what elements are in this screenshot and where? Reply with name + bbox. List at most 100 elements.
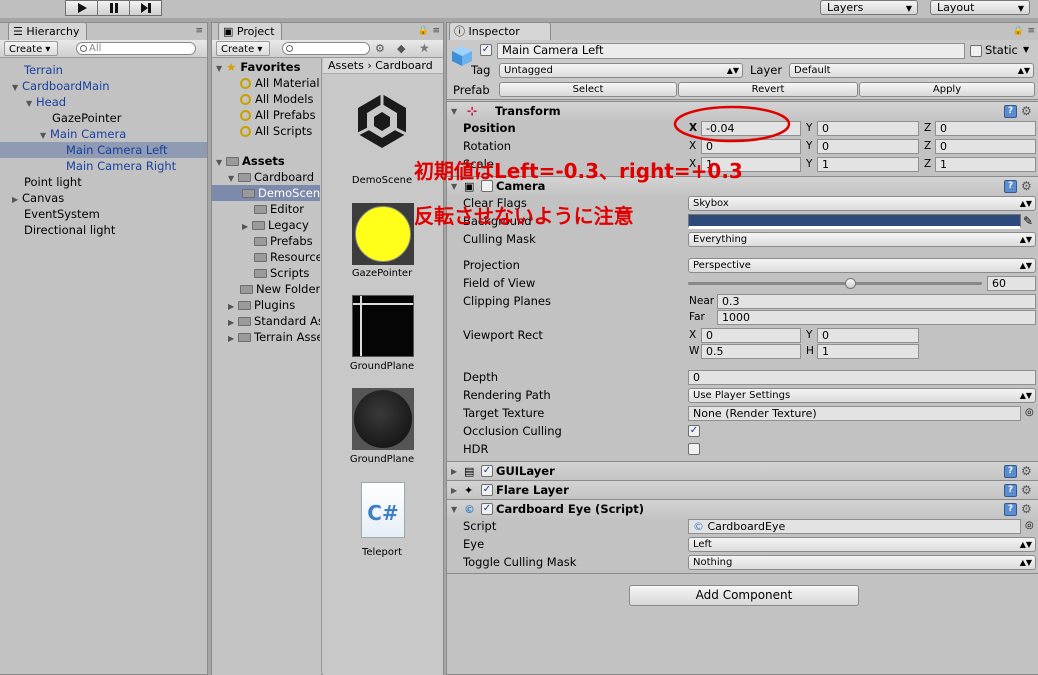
favorites-item[interactable]: All Models [212, 91, 320, 107]
collapse-arrow-icon[interactable]: ▶ [451, 462, 457, 481]
tree-folder-selected[interactable]: DemoScene [212, 185, 320, 201]
tree-folder[interactable]: Prefabs [212, 233, 320, 249]
eyedropper-icon[interactable]: ✎ [1023, 212, 1033, 230]
target-texture-field[interactable]: None (Render Texture) [688, 406, 1021, 421]
hierarchy-item[interactable]: ▼ Main Camera [0, 126, 207, 142]
hierarchy-item-selected[interactable]: Main Camera Left [0, 142, 207, 158]
hierarchy-item[interactable]: ▼ Head [0, 94, 207, 110]
gear-icon[interactable]: ⚙ [1021, 104, 1035, 118]
object-picker-icon[interactable]: ◎ [1025, 404, 1034, 422]
position-z-field[interactable]: 0 [935, 121, 1036, 136]
tab-hierarchy[interactable]: ☰ Hierarchy [8, 22, 87, 40]
asset-thumbnail[interactable] [352, 203, 414, 265]
tree-folder[interactable]: New Folder [212, 281, 320, 297]
hierarchy-item[interactable]: Directional light [0, 222, 207, 238]
flare-enabled-checkbox[interactable]: ✓ [481, 484, 493, 496]
eye-dropdown[interactable]: Left ▲▼ [688, 537, 1036, 552]
toggle-culling-dropdown[interactable]: Nothing ▲▼ [688, 555, 1036, 570]
script-field[interactable]: © CardboardEye [688, 519, 1021, 534]
assets-header[interactable]: ▼ Assets [212, 153, 320, 169]
expand-arrow-icon[interactable]: ▼ [216, 61, 226, 75]
step-button[interactable] [129, 0, 162, 16]
hierarchy-item[interactable]: ▼ CardboardMain [0, 78, 207, 94]
hierarchy-search-input[interactable]: All [76, 42, 196, 55]
help-icon[interactable]: ? [1004, 503, 1017, 516]
help-icon[interactable]: ? [1004, 465, 1017, 478]
far-field[interactable]: 1000 [717, 310, 1036, 325]
flare-layer-component-header[interactable]: ▶ ✦ ✓ Flare Layer ? ⚙ [447, 480, 1038, 500]
tab-inspector[interactable]: ⓘ Inspector [449, 22, 551, 40]
static-checkbox[interactable] [970, 45, 982, 57]
help-icon[interactable]: ? [1004, 484, 1017, 497]
expand-arrow-icon[interactable]: ▶ [242, 219, 252, 233]
asset-thumbnail[interactable] [351, 90, 413, 152]
hdr-checkbox[interactable] [688, 443, 700, 455]
cardboard-eye-enabled-checkbox[interactable]: ✓ [481, 503, 493, 515]
hierarchy-item[interactable]: ▶ Canvas [0, 190, 207, 206]
cardboard-eye-component-header[interactable]: ▼ © ✓ Cardboard Eye (Script) ? ⚙ [447, 499, 1038, 519]
chevron-down-icon[interactable]: ▼ [1023, 45, 1029, 54]
gear-icon[interactable]: ⚙ [1021, 502, 1035, 516]
panel-menu-icon[interactable]: ≡ [195, 26, 203, 36]
background-color-swatch[interactable] [688, 214, 1021, 229]
favorites-header[interactable]: ▼ ★ Favorites [212, 59, 320, 75]
layer-dropdown[interactable]: Default ▲▼ [789, 63, 1034, 78]
breadcrumb-item[interactable]: Cardboard [375, 59, 433, 72]
fov-field[interactable]: 60 [987, 276, 1036, 291]
layers-dropdown[interactable]: Layers ▼ [820, 0, 918, 15]
project-create-button[interactable]: Create ▾ [216, 41, 270, 56]
expand-arrow-icon[interactable]: ▶ [228, 315, 238, 329]
tree-folder[interactable]: ▶ Legacy [212, 217, 320, 233]
gear-icon[interactable]: ⚙ [1021, 179, 1035, 193]
collapse-arrow-icon[interactable]: ▶ [451, 481, 457, 500]
panel-menu-icon[interactable]: ≡ [1027, 26, 1035, 36]
hierarchy-item[interactable]: Main Camera Right [0, 158, 207, 174]
viewport-y-field[interactable]: 0 [817, 328, 919, 343]
object-picker-icon[interactable]: ◎ [1025, 517, 1034, 535]
prefab-select-button[interactable]: Select [499, 82, 677, 97]
position-y-field[interactable]: 0 [817, 121, 919, 136]
gear-icon[interactable]: ⚙ [1021, 464, 1035, 478]
tree-folder[interactable]: ▶ Terrain Assets [212, 329, 320, 345]
depth-field[interactable]: 0 [688, 370, 1036, 385]
play-button[interactable] [65, 0, 98, 16]
project-search-input[interactable] [282, 42, 370, 55]
occlusion-checkbox[interactable]: ✓ [688, 425, 700, 437]
tree-folder[interactable]: Scripts [212, 265, 320, 281]
expand-arrow-icon[interactable]: ▶ [228, 331, 238, 345]
filter-label-icon[interactable]: ◆ [397, 42, 405, 55]
scale-z-field[interactable]: 1 [935, 157, 1036, 172]
clear-flags-dropdown[interactable]: Skybox ▲▼ [688, 196, 1036, 211]
hierarchy-create-button[interactable]: Create ▾ [4, 41, 58, 56]
tree-folder[interactable]: ▶ Plugins [212, 297, 320, 313]
lock-icon[interactable]: 🔒 [418, 26, 429, 36]
guilayer-component-header[interactable]: ▶ ▤ ✓ GUILayer ? ⚙ [447, 461, 1038, 481]
tree-folder[interactable]: Editor [212, 201, 320, 217]
expand-arrow-icon[interactable]: ▶ [228, 299, 238, 313]
layout-dropdown[interactable]: Layout ▼ [930, 0, 1030, 15]
favorites-item[interactable]: All Scripts [212, 123, 320, 139]
pause-button[interactable] [97, 0, 130, 16]
tab-project[interactable]: ▣ Project [218, 22, 282, 40]
help-icon[interactable]: ? [1004, 180, 1017, 193]
near-field[interactable]: 0.3 [717, 294, 1036, 309]
culling-mask-dropdown[interactable]: Everything ▲▼ [688, 232, 1036, 247]
star-icon[interactable]: ★ [419, 41, 430, 55]
expand-arrow-icon[interactable]: ▼ [228, 171, 238, 185]
fov-slider-track[interactable] [688, 282, 982, 285]
tree-folder[interactable]: Resources [212, 249, 320, 265]
favorites-item[interactable]: All Prefabs [212, 107, 320, 123]
hierarchy-item[interactable]: Terrain [0, 62, 207, 78]
prefab-revert-button[interactable]: Revert [678, 82, 858, 97]
viewport-x-field[interactable]: 0 [701, 328, 801, 343]
hierarchy-item[interactable]: Point light [0, 174, 207, 190]
breadcrumb-item[interactable]: Assets [328, 59, 364, 72]
help-icon[interactable]: ? [1004, 105, 1017, 118]
hierarchy-item[interactable]: EventSystem [0, 206, 207, 222]
tag-dropdown[interactable]: Untagged ▲▼ [499, 63, 743, 78]
filter-type-icon[interactable]: ⚙ [375, 42, 385, 55]
asset-thumbnail[interactable] [352, 388, 414, 450]
hierarchy-item[interactable]: GazePointer [0, 110, 207, 126]
rotation-y-field[interactable]: 0 [817, 139, 919, 154]
tree-folder[interactable]: ▶ Standard Assets [212, 313, 320, 329]
